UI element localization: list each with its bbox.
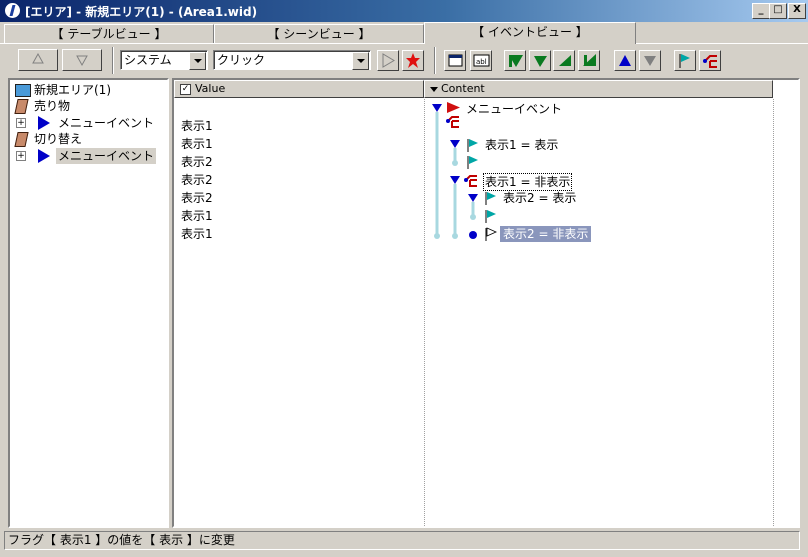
content-line-set-flag[interactable]: 表示1 = 非表示 (483, 173, 573, 191)
minimize-button[interactable]: _ (752, 3, 770, 19)
value-row[interactable]: 表示2 (181, 171, 213, 189)
status-bar: フラグ【 表示1 】の値を【 表示 】に変更 (4, 531, 800, 550)
event-select[interactable]: クリック (213, 50, 371, 70)
event-icon (38, 149, 50, 163)
tree-item-label: 新規エリア(1) (34, 83, 111, 97)
window-view-button[interactable] (444, 50, 466, 71)
window-title: [エリア] - 新規エリア(1) - (Area1.wid) (25, 5, 258, 19)
flag-button[interactable] (674, 50, 696, 71)
app-icon (5, 3, 20, 18)
map-icon (15, 84, 31, 97)
tree-item-label: メニューイベント (58, 116, 155, 130)
value-column-header[interactable]: ✓ Value (174, 80, 424, 98)
toolbar-separator (434, 47, 436, 74)
column-divider (424, 99, 425, 526)
content-line-set-flag[interactable]: 表示2 = 表示 (503, 190, 576, 206)
content-header-label: Content (441, 82, 485, 95)
maximize-button[interactable]: □ (769, 3, 787, 19)
tab-table-view[interactable]: 【 テーブルビュー 】 (4, 24, 214, 43)
chevron-down-icon[interactable] (189, 52, 206, 70)
value-row[interactable]: 表示1 (181, 117, 213, 135)
down-button[interactable] (639, 50, 661, 71)
close-button[interactable]: X (788, 3, 806, 19)
category-select-value: システム (124, 53, 172, 67)
object-icon (14, 132, 29, 147)
content-column-header[interactable]: Content (424, 80, 773, 98)
stop-button[interactable] (402, 50, 424, 71)
move-down-button[interactable] (62, 49, 102, 71)
tab-scene-view[interactable]: 【 シーンビュー 】 (214, 24, 424, 43)
title-bar[interactable]: [エリア] - 新規エリア(1) - (Area1.wid) _ □ X (0, 0, 808, 22)
content-line-menu-event[interactable]: メニューイベント (466, 101, 562, 117)
category-select[interactable]: システム (120, 50, 208, 70)
event-select-value: クリック (217, 53, 266, 67)
value-row[interactable]: 表示1 (181, 207, 213, 225)
value-row[interactable]: 表示2 (181, 153, 213, 171)
checkbox-icon[interactable]: ✓ (180, 84, 191, 95)
tab-strip-line (0, 43, 808, 44)
event-icon (38, 116, 50, 130)
column-divider (773, 99, 774, 526)
play-button[interactable] (377, 50, 399, 71)
tree-item-label: 切り替え (34, 132, 83, 146)
green-marker-3-button[interactable] (553, 50, 575, 71)
sort-down-icon[interactable] (430, 87, 438, 92)
branch-button[interactable] (699, 50, 721, 71)
up-button[interactable] (614, 50, 636, 71)
tree-item-label: メニューイベント (56, 148, 157, 164)
green-marker-4-button[interactable] (578, 50, 600, 71)
chevron-down-icon[interactable] (352, 52, 369, 70)
tree-view[interactable]: 新規エリア(1) 売り物 + メニューイベント 切り替え + メニューイベント (14, 82, 164, 172)
green-marker-1-button[interactable] (504, 50, 526, 71)
value-header-label: Value (195, 82, 226, 95)
content-line-set-flag[interactable]: 表示1 = 表示 (485, 137, 558, 153)
green-marker-2-button[interactable] (529, 50, 551, 71)
toolbar-separator (112, 47, 114, 74)
object-icon (14, 99, 29, 114)
expand-icon[interactable]: + (16, 151, 26, 161)
content-line-selected[interactable]: 表示2 = 非表示 (500, 226, 592, 242)
expand-icon[interactable]: + (16, 118, 26, 128)
move-up-button[interactable] (18, 49, 58, 71)
abc-button[interactable] (470, 50, 492, 71)
value-row[interactable]: 表示2 (181, 189, 213, 207)
tree-item-label: 売り物 (34, 99, 71, 113)
value-row[interactable]: 表示1 (181, 225, 213, 243)
value-row[interactable]: 表示1 (181, 135, 213, 153)
tab-event-view[interactable]: 【 イベントビュー 】 (424, 22, 636, 44)
